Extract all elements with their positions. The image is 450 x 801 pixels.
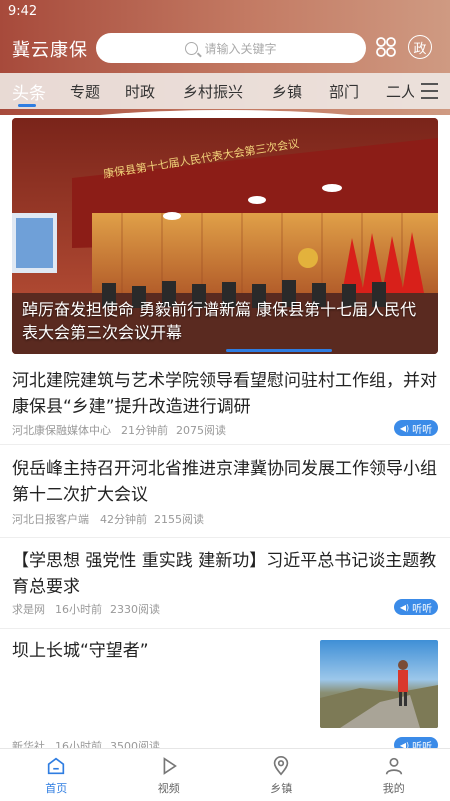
tab-errentai[interactable]: 二人 [386, 81, 414, 102]
news-item[interactable]: 倪岳峰主持召开河北省推进京津冀协同发展工作领导小组第十二次扩大会议 河北日报客户… [12, 456, 438, 532]
audio-icon: ◀) [400, 424, 409, 433]
status-bar-time: 9:42 [8, 4, 37, 19]
news-item[interactable]: 河北建院建筑与艺术学院领导看望慰问驻村工作组，并对康保县“乡建”提升改造进行调研… [12, 368, 438, 444]
news-item[interactable]: 【学思想 强党性 重实践 建新功】习近平总书记谈主题教育总要求 求是网 16小时… [12, 548, 438, 624]
tab-rural-revitalization[interactable]: 乡村振兴 [183, 81, 243, 102]
news-thumbnail[interactable] [320, 640, 438, 728]
banner-caption: 踔厉奋发担使命 勇毅前行谱新篇 康保县第十七届人民代表大会第三次会议开幕 [22, 298, 432, 344]
play-icon [158, 755, 180, 777]
listen-label: 听听 [412, 421, 432, 436]
carousel-indicator [226, 349, 332, 352]
news-source: 求是网 [12, 601, 45, 617]
search-placeholder: 请输入关键字 [204, 40, 276, 57]
bottom-navigation: 首页 视频 乡镇 我的 [0, 748, 450, 801]
banner-carousel[interactable]: 康保县第十七届人民代表大会第三次会议 踔厉奋发担使命 勇毅前行谱新篇 康保县第十… [12, 118, 438, 354]
channel-tabs: 头条 专题 时政 乡村振兴 乡镇 部门 二人 [0, 75, 450, 107]
divider [0, 628, 450, 629]
listen-label: 听听 [412, 600, 432, 615]
tab-headlines[interactable]: 头条 [12, 79, 46, 104]
news-title: 倪岳峰主持召开河北省推进京津冀协同发展工作领导小组第十二次扩大会议 [12, 456, 438, 508]
apps-icon[interactable] [372, 33, 400, 61]
news-reads: 2155阅读 [154, 511, 204, 527]
news-reads: 2330阅读 [110, 601, 160, 617]
news-source: 河北日报客户端 [12, 511, 89, 527]
nav-home[interactable]: 首页 [0, 749, 113, 801]
news-source: 河北康保融媒体中心 [12, 422, 111, 438]
divider [0, 444, 450, 445]
app-title: 冀云康保 [12, 36, 88, 62]
tab-politics[interactable]: 时政 [125, 81, 155, 102]
news-reads: 2075阅读 [176, 422, 226, 438]
divider [0, 537, 450, 538]
news-time: 16小时前 [55, 601, 102, 617]
nav-township[interactable]: 乡镇 [225, 749, 338, 801]
listen-button[interactable]: ◀) 听听 [394, 420, 438, 436]
user-icon [383, 755, 405, 777]
gov-affairs-button[interactable]: 政 [406, 33, 434, 61]
great-wall-photo [320, 640, 438, 728]
active-tab-indicator [18, 104, 36, 107]
tab-topics[interactable]: 专题 [70, 81, 100, 102]
news-title: 坝上长城“守望者” [12, 638, 292, 664]
nav-township-label: 乡镇 [270, 780, 292, 796]
tab-townships[interactable]: 乡镇 [272, 81, 302, 102]
menu-icon[interactable] [421, 83, 438, 99]
nav-mine-label: 我的 [383, 780, 405, 796]
tab-departments[interactable]: 部门 [329, 81, 359, 102]
nav-video[interactable]: 视频 [113, 749, 226, 801]
news-title: 河北建院建筑与艺术学院领导看望慰问驻村工作组，并对康保县“乡建”提升改造进行调研 [12, 368, 438, 420]
nav-mine[interactable]: 我的 [338, 749, 450, 801]
search-input[interactable]: 请输入关键字 [96, 33, 366, 63]
nav-home-label: 首页 [45, 780, 67, 796]
nav-video-label: 视频 [158, 780, 180, 796]
news-time: 21分钟前 [121, 422, 168, 438]
location-icon [270, 755, 292, 777]
search-icon [185, 42, 198, 55]
gov-label: 政 [408, 35, 432, 59]
listen-button[interactable]: ◀) 听听 [394, 599, 438, 615]
news-title: 【学思想 强党性 重实践 建新功】习近平总书记谈主题教育总要求 [12, 548, 438, 600]
audio-icon: ◀) [400, 603, 409, 612]
news-time: 42分钟前 [100, 511, 147, 527]
home-icon [45, 755, 67, 777]
